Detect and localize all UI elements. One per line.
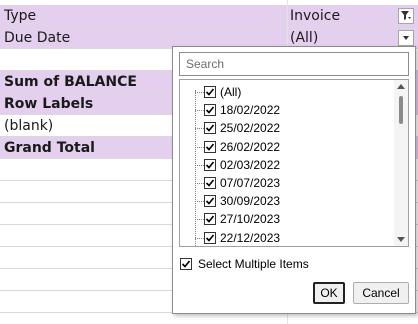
filter-list-item[interactable]: 02/03/2022 bbox=[180, 156, 390, 174]
due-date-label: Due Date bbox=[4, 30, 71, 46]
type-value: Invoice bbox=[290, 8, 341, 24]
tree-branch bbox=[195, 146, 204, 148]
item-label: 07/07/2023 bbox=[220, 176, 281, 190]
chevron-down-icon[interactable] bbox=[398, 30, 414, 46]
filter-popup: (All) 18/02/2022 25/02/2022 26/02/2022 02/03… bbox=[172, 46, 416, 314]
item-label: (All) bbox=[220, 85, 242, 99]
tree-branch bbox=[195, 164, 204, 166]
scroll-down-icon[interactable] bbox=[397, 237, 405, 242]
item-checkbox[interactable] bbox=[204, 231, 216, 244]
select-multiple-items-option[interactable]: Select Multiple Items bbox=[180, 256, 400, 272]
list-scrollbar[interactable] bbox=[394, 80, 408, 246]
filter-list-item[interactable]: 30/09/2023 bbox=[180, 192, 390, 210]
cancel-button[interactable]: Cancel bbox=[353, 282, 409, 304]
tree-branch bbox=[195, 110, 204, 112]
filter-list-item[interactable]: 18/02/2022 bbox=[180, 101, 390, 119]
item-checkbox[interactable] bbox=[204, 104, 216, 117]
item-label: 25/02/2022 bbox=[220, 121, 281, 136]
filter-list-item[interactable]: 27/10/2023 bbox=[180, 210, 390, 228]
item-checkbox[interactable] bbox=[204, 177, 216, 189]
tree-branch bbox=[195, 92, 204, 93]
tree-branch bbox=[195, 128, 204, 130]
item-checkbox[interactable] bbox=[204, 213, 216, 226]
item-label: 27/10/2023 bbox=[220, 212, 281, 227]
item-label: 18/02/2022 bbox=[220, 103, 281, 118]
item-checkbox[interactable] bbox=[204, 140, 216, 153]
filter-dropdown-icon[interactable] bbox=[398, 8, 414, 24]
item-label: 26/02/2022 bbox=[220, 139, 281, 154]
item-checkbox[interactable] bbox=[204, 195, 216, 208]
filter-list-item[interactable]: 07/07/2023 bbox=[180, 174, 390, 192]
filter-list-item[interactable]: 22/12/2023 bbox=[180, 229, 390, 246]
select-multiple-checkbox[interactable] bbox=[180, 258, 192, 270]
filter-list-item[interactable]: 25/02/2022 bbox=[180, 119, 390, 137]
pivot-row-type[interactable]: Type Invoice bbox=[0, 5, 418, 27]
scroll-thumb[interactable] bbox=[399, 96, 403, 124]
item-checkbox[interactable] bbox=[204, 86, 216, 98]
ok-button[interactable]: OK bbox=[313, 282, 345, 304]
search-input[interactable] bbox=[179, 52, 409, 76]
row-labels-header: Row Labels bbox=[4, 96, 94, 112]
item-label: 02/03/2022 bbox=[220, 157, 281, 172]
select-multiple-label: Select Multiple Items bbox=[198, 257, 309, 271]
scroll-up-icon[interactable] bbox=[397, 84, 405, 89]
item-label: 22/12/2023 bbox=[220, 230, 281, 245]
filter-list-item[interactable]: (All) bbox=[180, 83, 390, 101]
tree-branch bbox=[195, 201, 204, 203]
grand-total-label: Grand Total bbox=[4, 140, 95, 156]
type-label: Type bbox=[4, 8, 37, 24]
item-label: 30/09/2023 bbox=[220, 194, 281, 209]
tree-branch bbox=[195, 219, 204, 221]
filter-list[interactable]: (All) 18/02/2022 25/02/2022 26/02/2022 02/03… bbox=[179, 79, 409, 247]
filter-list-item[interactable]: 26/02/2022 bbox=[180, 138, 390, 156]
tree-branch bbox=[195, 183, 204, 184]
item-checkbox[interactable] bbox=[204, 122, 216, 135]
sum-of-balance-label: Sum of BALANCE bbox=[4, 74, 137, 90]
tree-branch bbox=[195, 237, 204, 239]
item-checkbox[interactable] bbox=[204, 158, 216, 171]
blank-label: (blank) bbox=[4, 118, 54, 134]
